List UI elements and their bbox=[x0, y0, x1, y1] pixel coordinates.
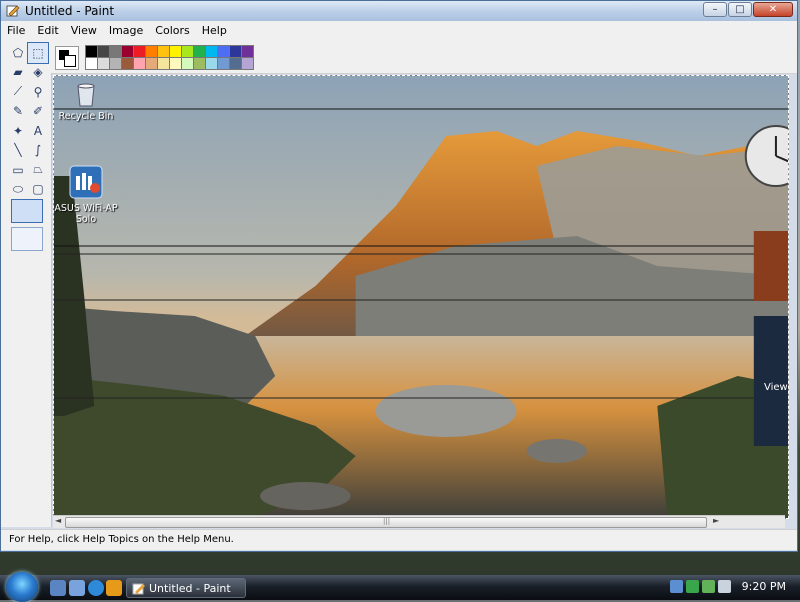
eraser-icon[interactable]: ▰ bbox=[8, 63, 28, 83]
curve-icon[interactable]: ∫ bbox=[28, 141, 48, 161]
show-desktop-icon[interactable] bbox=[50, 580, 66, 596]
system-tray: 9:20 PM bbox=[660, 577, 800, 598]
security-icon[interactable] bbox=[686, 580, 699, 593]
wifi-ap-label: ASUS WiFi-AP Solo bbox=[54, 203, 118, 225]
volume-icon[interactable] bbox=[718, 580, 731, 593]
toolbox: ⬠ ⬚ ▰ ◈ ⟋ ⚲ ✎ ✐ ✦ A ╲ ∫ ▭ ⏢ ⬭ ▢ bbox=[1, 39, 52, 527]
desktop-icon-recycle-bin[interactable]: Recycle Bin bbox=[54, 80, 126, 122]
line-icon[interactable]: ╲ bbox=[8, 141, 28, 161]
menu-bar: File Edit View Image Colors Help bbox=[1, 21, 797, 40]
clock[interactable]: 9:20 PM bbox=[742, 580, 786, 593]
color-swatch[interactable] bbox=[241, 57, 254, 70]
rectangle-icon[interactable]: ▭ bbox=[8, 160, 28, 180]
current-colors[interactable] bbox=[55, 46, 79, 70]
fill-bucket-icon[interactable]: ◈ bbox=[28, 63, 48, 83]
taskbar-paint-label: Untitled - Paint bbox=[149, 582, 231, 595]
menu-colors[interactable]: Colors bbox=[149, 24, 195, 37]
brush-icon[interactable]: ✐ bbox=[28, 102, 48, 122]
paint-app-icon bbox=[6, 5, 20, 17]
close-button[interactable]: ✕ bbox=[753, 2, 793, 17]
eyedropper-icon[interactable]: ⟋ bbox=[8, 82, 28, 102]
scroll-right-icon[interactable]: ► bbox=[713, 516, 719, 525]
tool-options bbox=[11, 199, 43, 259]
menu-help[interactable]: Help bbox=[196, 24, 233, 37]
media-player-icon[interactable] bbox=[106, 580, 122, 596]
polygon-icon[interactable]: ⏢ bbox=[28, 160, 48, 180]
title-bar[interactable]: Untitled - Paint – □ ✕ bbox=[1, 1, 797, 21]
menu-file[interactable]: File bbox=[1, 24, 31, 37]
magnifier-icon[interactable]: ⚲ bbox=[28, 82, 48, 102]
free-form-select-icon[interactable]: ⬠ bbox=[8, 43, 28, 63]
recycle-bin-label: Recycle Bin bbox=[58, 111, 114, 122]
menu-edit[interactable]: Edit bbox=[31, 24, 64, 37]
menu-view[interactable]: View bbox=[65, 24, 103, 37]
pasted-screenshot bbox=[54, 76, 788, 518]
start-button[interactable] bbox=[6, 572, 38, 602]
scroll-grip-icon: ||| bbox=[383, 517, 391, 525]
horizontal-scrollbar[interactable]: ◄ ||| ► bbox=[53, 515, 785, 528]
status-text: For Help, click Help Topics on the Help … bbox=[9, 534, 234, 545]
paint-taskbar-icon bbox=[132, 583, 145, 595]
pencil-icon[interactable]: ✎ bbox=[8, 102, 28, 122]
text-icon[interactable]: A bbox=[28, 121, 48, 141]
internet-explorer-icon[interactable] bbox=[88, 580, 104, 596]
status-bar: For Help, click Help Topics on the Help … bbox=[1, 529, 797, 550]
ellipse-icon[interactable]: ⬭ bbox=[8, 180, 28, 200]
taskbar-paint-button[interactable]: Untitled - Paint bbox=[126, 578, 246, 598]
desktop-icon-wifi-ap[interactable]: ASUS WiFi-AP Solo bbox=[54, 164, 126, 225]
taskbar: Untitled - Paint 9:20 PM bbox=[0, 572, 800, 602]
network-icon[interactable] bbox=[670, 580, 683, 593]
minimize-button[interactable]: – bbox=[703, 2, 727, 17]
side-panel-text: View bbox=[764, 382, 788, 393]
scroll-left-icon[interactable]: ◄ bbox=[55, 516, 61, 525]
wifi-tray-icon[interactable] bbox=[702, 580, 715, 593]
recycle-bin-icon bbox=[77, 83, 95, 107]
color-palette bbox=[51, 39, 797, 74]
background-color bbox=[64, 55, 76, 67]
opaque-option[interactable] bbox=[11, 199, 43, 223]
maximize-button[interactable]: □ bbox=[728, 2, 752, 17]
rect-select-icon[interactable]: ⬚ bbox=[27, 42, 49, 64]
paint-window: Untitled - Paint – □ ✕ File Edit View Im… bbox=[0, 0, 798, 552]
window-title: Untitled - Paint bbox=[25, 4, 115, 18]
switch-windows-icon[interactable] bbox=[69, 580, 85, 596]
wifi-ap-icon bbox=[69, 165, 103, 199]
rounded-rect-icon[interactable]: ▢ bbox=[28, 180, 48, 200]
drawing-canvas[interactable]: Recycle Bin ASUS WiFi-AP Solo View bbox=[53, 75, 789, 519]
menu-image[interactable]: Image bbox=[103, 24, 149, 37]
transparent-option[interactable] bbox=[11, 227, 43, 251]
airbrush-icon[interactable]: ✦ bbox=[8, 121, 28, 141]
